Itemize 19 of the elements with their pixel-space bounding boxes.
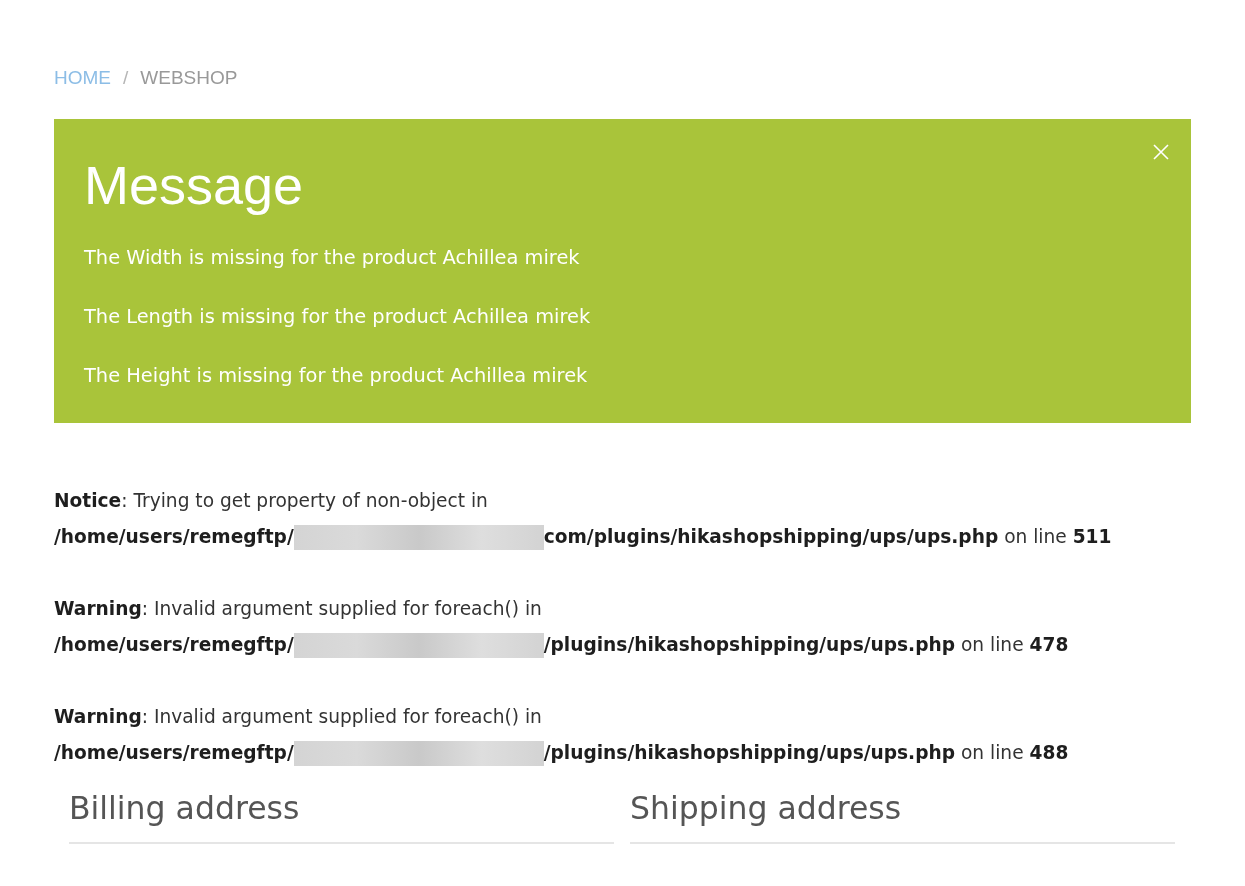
file-path: /home/users/remegftp/ [54, 741, 294, 765]
file-path: /home/users/remegftp/ [54, 525, 294, 549]
close-icon[interactable] [1153, 144, 1169, 160]
file-path: /home/users/remegftp/ [54, 633, 294, 657]
file-path: /plugins/hikashopshipping/ups/ups.php on line 488 [543, 741, 1069, 765]
breadcrumb-link[interactable]: HOME [54, 66, 111, 90]
section-heading: Shipping address [630, 788, 1175, 844]
file-path: com/plugins/hikashopshipping/ups/ups.php on line 511 [543, 525, 1112, 549]
breadcrumb-current: WEBSHOP [140, 66, 238, 90]
message-text: The Width is missing for the product Achillea mirek [84, 245, 581, 271]
message-text: The Height is missing for the product Achillea mirek [84, 363, 589, 389]
message-text: The Length is missing for the product Achillea mirek [84, 304, 592, 330]
file-path: /plugins/hikashopshipping/ups/ups.php on line 478 [543, 633, 1069, 657]
section-heading: Billing address [69, 788, 614, 844]
error-message: Warning: Invalid argument supplied for foreach() in [54, 597, 542, 621]
breadcrumb-separator: / [123, 66, 129, 90]
error-message: Warning: Invalid argument supplied for foreach() in [54, 705, 542, 729]
error-message: Notice: Trying to get property of non-object in [54, 489, 488, 513]
message-title: Message [84, 155, 305, 215]
